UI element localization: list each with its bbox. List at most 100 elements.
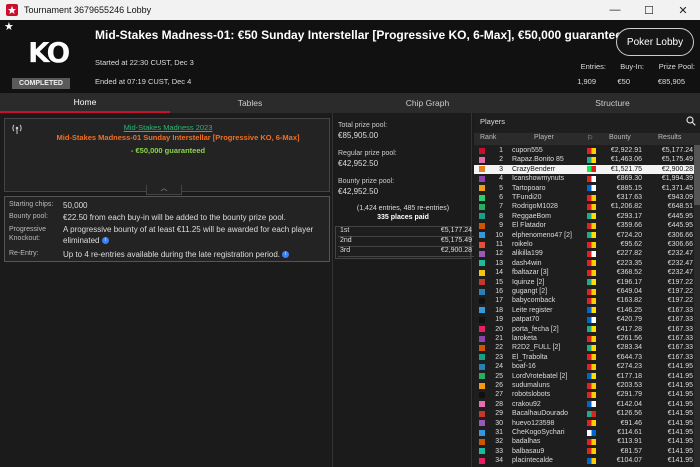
table-row[interactable]: 6 TFundi20 €317.63 €943.09 (474, 193, 694, 202)
series-link[interactable]: Mid-Stakes Madness 2023 (5, 123, 331, 132)
table-row[interactable]: 2 Rapaz.Bonito 85 €1,463.06 €5,175.49 (474, 155, 694, 164)
player-bounty: €1,463.06 (610, 156, 642, 164)
player-color-swatch (479, 438, 485, 445)
table-row[interactable]: 10 elphenomeno47 [2] €724.20 €306.66 (474, 231, 694, 240)
column-bounty[interactable]: Bounty (609, 134, 631, 141)
table-row[interactable]: 26 sudumaluns €203.53 €141.95 (474, 381, 694, 390)
table-row[interactable]: 27 robotslobots €291.79 €141.95 (474, 390, 694, 399)
search-icon[interactable] (686, 116, 696, 126)
player-rank: 8 (499, 212, 503, 220)
table-row[interactable]: 12 alikilla199 €227.82 €232.47 (474, 249, 694, 258)
player-rank: 10 (495, 231, 503, 239)
player-bounty: €644.73 (616, 353, 642, 361)
tab-home[interactable]: Home (0, 93, 170, 113)
country-flag-icon (587, 288, 596, 295)
scrollbar-thumb[interactable] (694, 145, 700, 205)
player-bounty: €91.46 (620, 419, 642, 427)
player-result: €141.95 (667, 400, 693, 408)
table-row[interactable]: 25 LordVrotebatel [2] €177.18 €141.95 (474, 372, 694, 381)
poker-lobby-button[interactable]: Poker Lobby (616, 28, 694, 56)
table-row[interactable]: 5 Tartopoaro €885.15 €1,371.45 (474, 184, 694, 193)
country-flag-icon (587, 222, 596, 229)
player-name: CheKogoSychari (512, 429, 565, 436)
collapse-chevron-icon[interactable]: ︿ (146, 185, 182, 195)
table-row[interactable]: 28 crakou92 €142.04 €141.95 (474, 400, 694, 409)
player-bounty: €81.57 (620, 447, 642, 455)
player-result: €141.95 (667, 457, 693, 465)
info-icon[interactable]: i (101, 237, 109, 245)
player-bounty: €359.66 (616, 222, 642, 230)
tab-tables[interactable]: Tables (170, 93, 330, 113)
close-button[interactable]: ✕ (666, 0, 700, 20)
info-icon[interactable]: i (282, 251, 290, 259)
player-result: €5,177.24 (661, 147, 693, 154)
prize-pool-value: €85,905 (657, 77, 685, 86)
table-row[interactable]: 9 El Flatador €359.66 €445.95 (474, 221, 694, 230)
table-row[interactable]: 33 balbasau9 €81.57 €141.95 (474, 447, 694, 456)
player-rank: 32 (495, 438, 503, 446)
country-flag-icon (587, 448, 596, 455)
player-color-swatch (479, 166, 485, 173)
player-result: €232.47 (667, 250, 693, 258)
country-flag-icon (587, 438, 596, 445)
table-row[interactable]: 30 huevo123598 €91.46 €141.95 (474, 419, 694, 428)
tab-structure[interactable]: Structure (525, 93, 700, 113)
maximize-button[interactable]: ☐ (632, 0, 666, 20)
player-bounty: €104.07 (616, 457, 642, 465)
player-name: Tartopoaro (512, 184, 546, 192)
table-row[interactable]: 20 porta_fecha [2] €417.28 €167.33 (474, 325, 694, 334)
player-name: RodrigoM1028 (512, 203, 558, 211)
event-guarantee: - €50,000 guaranteed (130, 146, 206, 155)
column-player[interactable]: Player (534, 134, 554, 141)
flag-column-icon[interactable]: ⚐ (587, 134, 593, 142)
country-flag-icon (587, 203, 596, 210)
player-color-swatch (479, 354, 485, 361)
players-scrollbar[interactable] (694, 145, 700, 467)
table-row[interactable]: 13 dash4win €223.35 €232.47 (474, 259, 694, 268)
player-color-swatch (479, 222, 485, 229)
player-bounty: €420.79 (616, 316, 642, 324)
table-row[interactable]: 29 BacalhauDourado €126.56 €141.95 (474, 409, 694, 418)
table-row[interactable]: 11 roikelo €95.62 €306.66 (474, 240, 694, 249)
table-row[interactable]: 19 patpat70 €420.79 €167.33 (474, 315, 694, 324)
player-result: €648.51 (667, 203, 693, 211)
minimize-button[interactable]: — (598, 0, 632, 20)
starting-chips-label: Starting chips: (9, 201, 54, 208)
table-row[interactable]: 21 laroketa €261.56 €167.33 (474, 334, 694, 343)
table-row[interactable]: 17 babycomback €163.82 €197.22 (474, 296, 694, 305)
country-flag-icon (587, 373, 596, 380)
table-row[interactable]: 15 Iquinze [2] €196.17 €197.22 (474, 278, 694, 287)
column-results[interactable]: Results (658, 134, 681, 141)
player-color-swatch (479, 335, 485, 342)
tab-chip-graph[interactable]: Chip Graph (330, 93, 525, 113)
table-row[interactable]: 4 Icanshowmynuts €869.30 €1,994.39 (474, 174, 694, 183)
table-row[interactable]: 14 fbaltazar [3] €368.52 €232.47 (474, 268, 694, 277)
table-row[interactable]: 18 Leite register €146.25 €167.33 (474, 306, 694, 315)
player-bounty: €291.79 (616, 391, 642, 399)
table-row[interactable]: 23 El_Trabolta €644.73 €167.33 (474, 353, 694, 362)
table-row[interactable]: 34 placintecalde €104.07 €141.95 (474, 456, 694, 465)
table-row[interactable]: 16 gugangt [2] €649.04 €197.22 (474, 287, 694, 296)
player-result: €197.22 (667, 278, 693, 286)
player-name: placintecalde (512, 457, 553, 465)
table-row[interactable]: 31 CheKogoSychari €114.61 €141.95 (474, 428, 694, 437)
table-row[interactable]: 7 RodrigoM1028 €1,206.82 €648.51 (474, 202, 694, 211)
player-name: ReggaeBom (512, 212, 551, 220)
country-flag-icon (587, 316, 596, 323)
entries-value: 1,909 (577, 77, 596, 86)
table-row[interactable]: 8 ReggaeBom €293.17 €445.95 (474, 212, 694, 221)
column-rank[interactable]: Rank (480, 134, 496, 141)
table-row[interactable]: 22 R2D2_FULL [2] €283.34 €167.33 (474, 343, 694, 352)
payout-amount: €5,175.49 (440, 237, 472, 244)
country-flag-icon (587, 382, 596, 389)
player-result: €141.95 (667, 419, 693, 427)
payout-row: 3rd €2,900.28 (338, 247, 474, 257)
table-row[interactable]: 32 badalhas €113.91 €141.95 (474, 437, 694, 446)
progressive-ko-text: A progressive bounty of at least €11.25 … (63, 225, 314, 245)
players-title: Players (480, 117, 506, 126)
table-row[interactable]: 1 cupon555 €2,922.91 €5,177.24 (474, 146, 694, 155)
payout-place: 2nd (340, 237, 352, 244)
table-row[interactable]: 3 CrazyBenderr €1,521.75 €2,900.28 (474, 164, 694, 174)
table-row[interactable]: 24 boaf-16 €274.23 €141.95 (474, 362, 694, 371)
start-time: Started at 22:30 CUST, Dec 3 (95, 58, 194, 67)
